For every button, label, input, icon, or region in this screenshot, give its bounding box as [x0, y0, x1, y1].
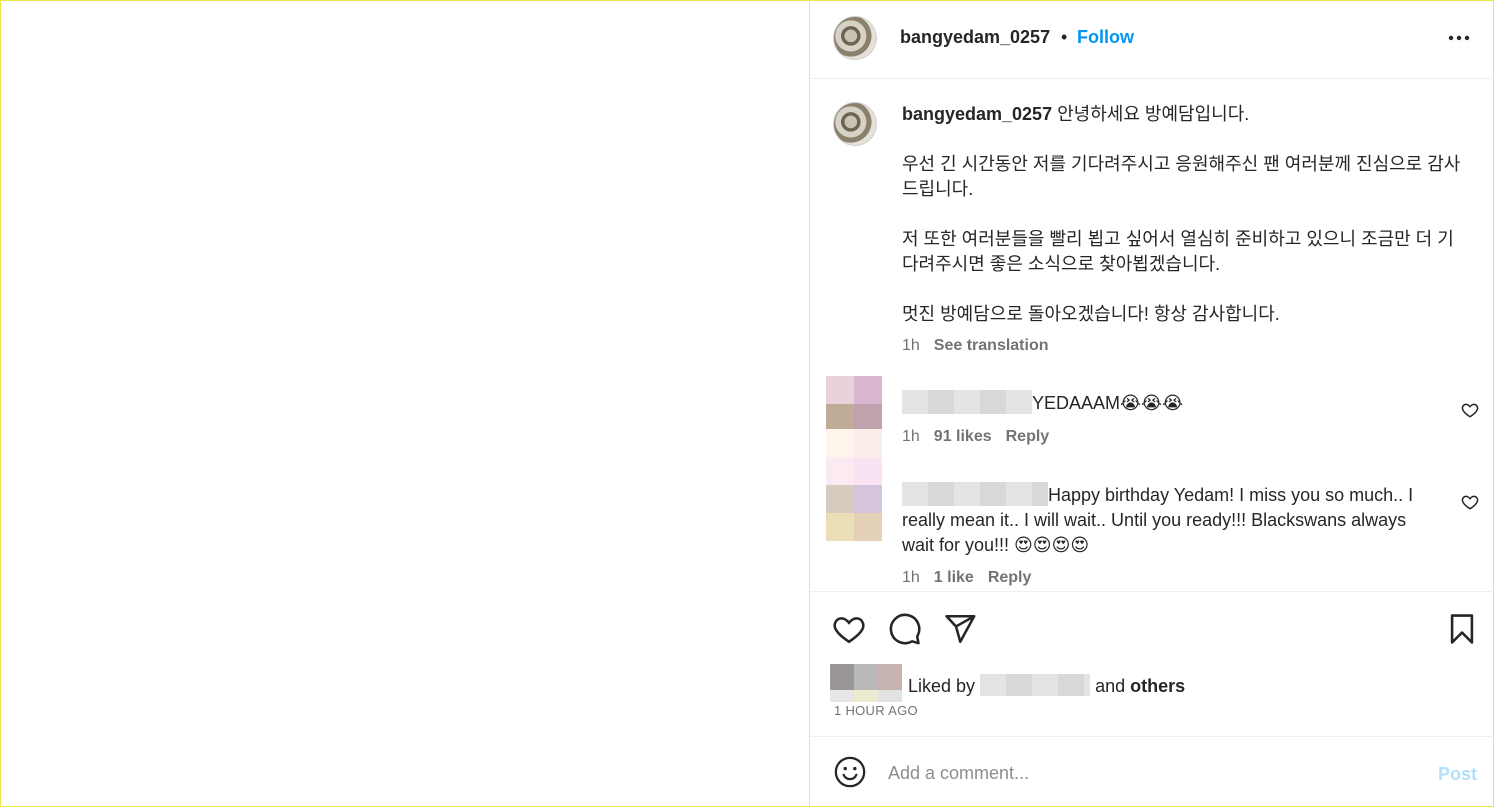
commenter-username-blurred[interactable]: [902, 482, 1048, 506]
reply-button[interactable]: Reply: [988, 569, 1032, 586]
author-username[interactable]: bangyedam_0257: [900, 27, 1050, 48]
comment-meta: 1h 91 likes Reply: [902, 428, 1049, 446]
add-comment-input[interactable]: [888, 759, 1408, 787]
comment-likes-count[interactable]: 91 likes: [934, 428, 992, 445]
post-header: bangyedam_0257 • Follow: [810, 1, 1494, 79]
comment-text: YEDAAAM😭😭😭: [1032, 393, 1184, 413]
see-translation-button[interactable]: See translation: [934, 337, 1049, 354]
comment-time: 1h: [902, 569, 920, 586]
post-comment-button[interactable]: Post: [1438, 764, 1477, 785]
post-timestamp[interactable]: 1 HOUR AGO: [834, 703, 918, 718]
post-caption: bangyedam_0257 안녕하세요 방예담입니다. 우선 긴 시간동안 저…: [902, 102, 1462, 327]
commenter-avatar[interactable]: [826, 429, 882, 541]
commenter-username-blurred[interactable]: [902, 390, 1032, 414]
emoji-smile-icon[interactable]: [833, 755, 867, 789]
liked-by-others-link[interactable]: others: [1130, 676, 1185, 696]
comment-bubble-icon[interactable]: [888, 612, 922, 646]
caption-meta: 1h See translation: [902, 337, 1049, 355]
liked-by-avatars[interactable]: [830, 664, 902, 702]
comment-item: Happy birthday Yedam! I miss you so much…: [902, 482, 1442, 558]
post-sidebar: bangyedam_0257 • Follow bangyedam_0257 안…: [809, 1, 1494, 806]
caption-text: 안녕하세요 방예담입니다. 우선 긴 시간동안 저를 기다려주시고 응원해주신 …: [902, 104, 1461, 324]
comment-meta: 1h 1 like Reply: [902, 569, 1031, 587]
author-avatar[interactable]: [833, 16, 877, 60]
post-media-area: [1, 1, 809, 806]
comment-like-heart-icon[interactable]: [1461, 493, 1479, 511]
comment-likes-count[interactable]: 1 like: [934, 569, 974, 586]
like-heart-icon[interactable]: [832, 612, 866, 646]
comment-item: YEDAAAM😭😭😭: [902, 390, 1442, 416]
liker-username-blurred[interactable]: [980, 674, 1091, 696]
commenter-avatar[interactable]: [826, 376, 882, 432]
separator-dot: •: [1061, 27, 1068, 47]
liked-by-prefix: Liked by: [908, 676, 976, 696]
caption-time: 1h: [902, 337, 920, 354]
more-options-icon[interactable]: [1447, 28, 1471, 48]
caption-author-avatar[interactable]: [833, 102, 877, 146]
comment-like-heart-icon[interactable]: [1461, 401, 1479, 419]
comment-time: 1h: [902, 428, 920, 445]
liked-by-text: Liked by and others: [908, 674, 1185, 697]
save-bookmark-icon[interactable]: [1445, 612, 1479, 646]
liked-by-middle: and: [1095, 676, 1126, 696]
follow-button[interactable]: Follow: [1077, 27, 1134, 48]
post-actions-section: Liked by and others 1 HOUR AGO: [810, 591, 1494, 736]
reply-button[interactable]: Reply: [1006, 428, 1050, 445]
share-send-icon[interactable]: [943, 612, 977, 646]
caption-username[interactable]: bangyedam_0257: [902, 104, 1052, 124]
add-comment-bar: Post: [810, 736, 1494, 806]
